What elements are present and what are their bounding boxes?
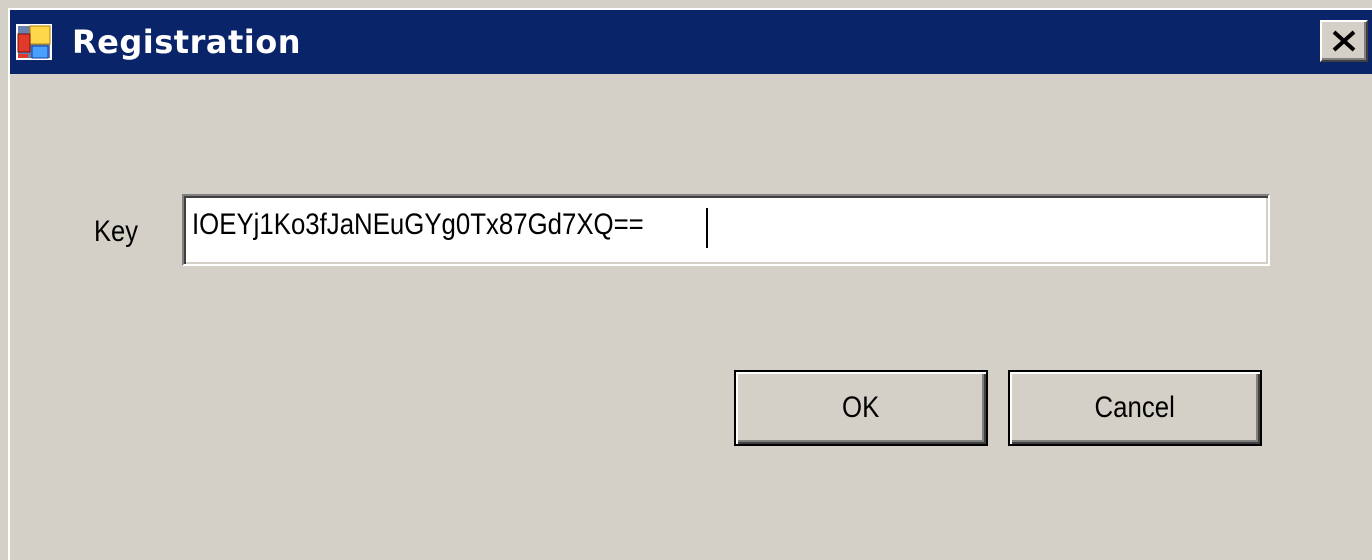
title-bar: Registration — [10, 10, 1372, 74]
text-caret — [706, 208, 708, 248]
registration-dialog: Registration Key IOEYj1Ko3fJaNEuGYg0Tx87… — [8, 8, 1372, 560]
window-title: Registration — [72, 23, 301, 61]
registration-app-icon — [16, 24, 52, 60]
cancel-button-label: Cancel — [1094, 391, 1176, 424]
ok-button-label: OK — [842, 391, 880, 424]
close-button[interactable] — [1320, 20, 1368, 62]
cancel-button[interactable]: Cancel — [1008, 370, 1262, 446]
key-input-value: IOEYj1Ko3fJaNEuGYg0Tx87Gd7XQ== — [192, 208, 644, 241]
key-label: Key — [94, 215, 138, 248]
key-input[interactable]: IOEYj1Ko3fJaNEuGYg0Tx87Gd7XQ== — [182, 194, 1270, 266]
close-icon — [1332, 30, 1356, 52]
ok-button[interactable]: OK — [734, 370, 988, 446]
